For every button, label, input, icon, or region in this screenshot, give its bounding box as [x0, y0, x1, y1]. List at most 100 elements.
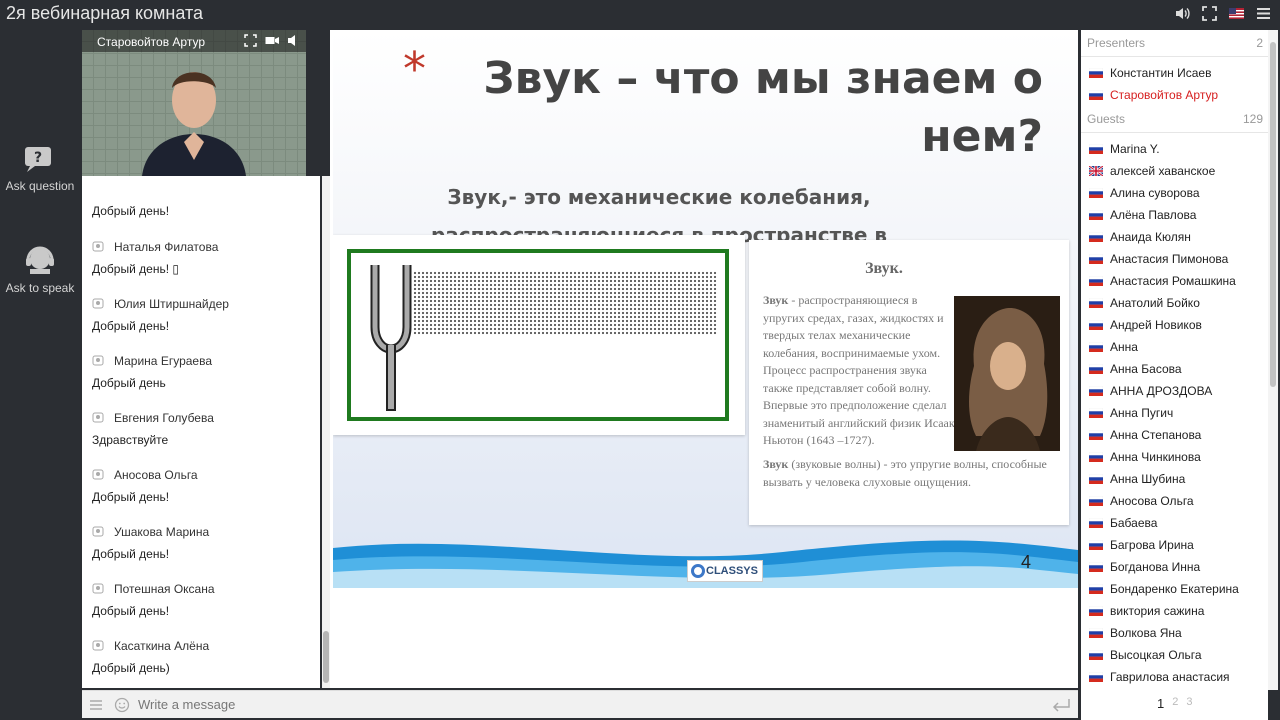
participant-item[interactable]: Анна Шубина — [1089, 472, 1185, 486]
volume-icon[interactable] — [1174, 5, 1191, 22]
chat-message: Ушакова Марина Добрый день! — [92, 525, 209, 561]
expand-icon[interactable] — [244, 34, 257, 47]
participants-scrollbar[interactable] — [1268, 30, 1278, 690]
guests-count: 129 — [1242, 112, 1263, 126]
ask-to-speak-button[interactable]: Ask to speak — [0, 245, 80, 295]
chat-message: Юлия Штиршнайдер Добрый день! — [92, 297, 229, 333]
chat-author[interactable]: Касаткина Алёна — [114, 639, 209, 653]
menu-icon[interactable] — [1255, 5, 1272, 22]
participant-item[interactable]: Бондаренко Екатерина — [1089, 582, 1239, 596]
user-icon — [92, 640, 104, 651]
participant-item[interactable]: Алёна Павлова — [1089, 208, 1196, 222]
ru-flag-icon — [1089, 408, 1103, 418]
page-link[interactable]: 3 — [1186, 696, 1192, 711]
participant-item[interactable]: Богданова Инна — [1089, 560, 1200, 574]
card-footer-text: (звуковые волны) - это упругие волны, сп… — [763, 457, 1047, 489]
participants-scroll-thumb[interactable] — [1270, 42, 1276, 387]
ru-flag-icon — [1089, 68, 1103, 78]
participant-name: Бабаева — [1110, 516, 1158, 530]
participant-item[interactable]: Анна — [1089, 340, 1138, 354]
participant-item[interactable]: Бабаева — [1089, 516, 1157, 530]
participant-item[interactable]: Marina Y. — [1089, 142, 1160, 156]
presentation-area: * Звук – что мы знаем о нем? Звук,- это … — [330, 30, 1078, 688]
presenters-count: 2 — [1256, 36, 1263, 50]
participant-item[interactable]: алексей хаванское — [1089, 164, 1215, 178]
chat-author[interactable]: Аносова Ольга — [114, 468, 198, 482]
participant-item[interactable]: АННА ДРОЗДОВА — [1089, 384, 1212, 398]
participant-item[interactable]: Аносова Ольга — [1089, 494, 1194, 508]
presenter-video: Старовойтов Артур — [82, 30, 306, 176]
chat-message: Потешная Оксана Добрый день! — [92, 582, 215, 618]
participant-name: виктория сажина — [1110, 604, 1205, 618]
message-composer: Write a message — [82, 690, 1078, 718]
participant-item[interactable]: виктория сажина — [1089, 604, 1204, 618]
participant-item[interactable]: Андрей Новиков — [1089, 318, 1202, 332]
divider — [1081, 56, 1268, 57]
list-icon[interactable] — [88, 697, 104, 713]
slide-star: * — [403, 42, 426, 96]
message-input[interactable]: Write a message — [138, 697, 235, 712]
chat-message-text: Добрый день! — [92, 204, 170, 218]
guests-header: Guests 129 — [1087, 112, 1263, 126]
chat-author[interactable]: Потешная Оксана — [114, 582, 215, 596]
chat-message-text: Добрый день) — [92, 661, 170, 675]
page-link[interactable]: 1 — [1157, 696, 1164, 711]
user-icon — [92, 298, 104, 309]
participant-item[interactable]: Старовойтов Артур — [1089, 88, 1218, 102]
participant-name: Богданова Инна — [1110, 560, 1201, 574]
chat-scroll-thumb[interactable] — [323, 631, 329, 683]
participant-item[interactable]: Алина суворова — [1089, 186, 1200, 200]
participant-item[interactable]: Анаида Кюлян — [1089, 230, 1191, 244]
tuning-fork-illustration — [347, 249, 729, 421]
participant-item[interactable]: Волкова Яна — [1089, 626, 1182, 640]
participant-item[interactable]: Константин Исаев — [1089, 66, 1211, 80]
user-icon — [92, 412, 104, 423]
chat-message-text: Добрый день! ▯ — [92, 262, 179, 276]
user-icon — [92, 583, 104, 594]
chat-message-text: Добрый день! — [92, 490, 170, 504]
page-link[interactable]: 2 — [1172, 696, 1178, 711]
participant-name: Анна Пугич — [1110, 406, 1174, 420]
ru-flag-icon — [1089, 298, 1103, 308]
participant-item[interactable]: Багрова Ирина — [1089, 538, 1194, 552]
participant-item[interactable]: Анна Степанова — [1089, 428, 1201, 442]
participant-item[interactable]: Анастасия Пимонова — [1089, 252, 1228, 266]
left-rail: ? Ask question Ask to speak — [0, 27, 80, 720]
chat-author[interactable]: Ушакова Марина — [114, 525, 209, 539]
send-enter-icon[interactable] — [1050, 697, 1072, 713]
language-flag-icon[interactable] — [1228, 5, 1245, 22]
fullscreen-icon[interactable] — [1201, 5, 1218, 22]
ru-flag-icon — [1089, 188, 1103, 198]
participant-item[interactable]: Анна Чинкинова — [1089, 450, 1201, 464]
participant-item[interactable]: Гаврилова анастасия — [1089, 670, 1230, 684]
chat-author[interactable]: Евгения Голубева — [114, 411, 214, 425]
participant-item[interactable]: Анна Пугич — [1089, 406, 1173, 420]
ru-flag-icon — [1089, 342, 1103, 352]
chat-message: Добрый день! — [92, 204, 169, 218]
speaker-icon[interactable] — [287, 34, 300, 47]
user-icon — [92, 526, 104, 537]
participant-name: АННА ДРОЗДОВА — [1110, 384, 1213, 398]
slide-subtitle-line1: Звук,- это механические колебания, — [447, 185, 871, 209]
participant-name: Андрей Новиков — [1110, 318, 1202, 332]
chat-author[interactable]: Марина Егураева — [114, 354, 212, 368]
participant-item[interactable]: Анастасия Ромашкина — [1089, 274, 1236, 288]
participant-item[interactable]: Высоцкая Ольга — [1089, 648, 1202, 662]
chat-author[interactable]: Юлия Штиршнайдер — [114, 297, 229, 311]
ru-flag-icon — [1089, 584, 1103, 594]
headset-icon — [26, 246, 54, 274]
ru-flag-icon — [1089, 452, 1103, 462]
participant-item[interactable]: Анатолий Бойко — [1089, 296, 1200, 310]
participant-name: алексей хаванское — [1110, 164, 1216, 178]
chat-scrollbar[interactable] — [322, 176, 330, 688]
emoji-icon[interactable] — [114, 697, 130, 713]
video-header: Старовойтов Артур — [82, 30, 306, 52]
ru-flag-icon — [1089, 540, 1103, 550]
participant-item[interactable]: Анна Басова — [1089, 362, 1182, 376]
ask-question-button[interactable]: ? Ask question — [0, 145, 80, 193]
camera-icon[interactable] — [265, 34, 279, 47]
card-body: Звук - распространяющиеся в упругих сред… — [763, 292, 959, 450]
slide-heading-line2: нем? — [921, 111, 1043, 162]
ru-flag-icon — [1089, 144, 1103, 154]
chat-author[interactable]: Наталья Филатова — [114, 240, 218, 254]
